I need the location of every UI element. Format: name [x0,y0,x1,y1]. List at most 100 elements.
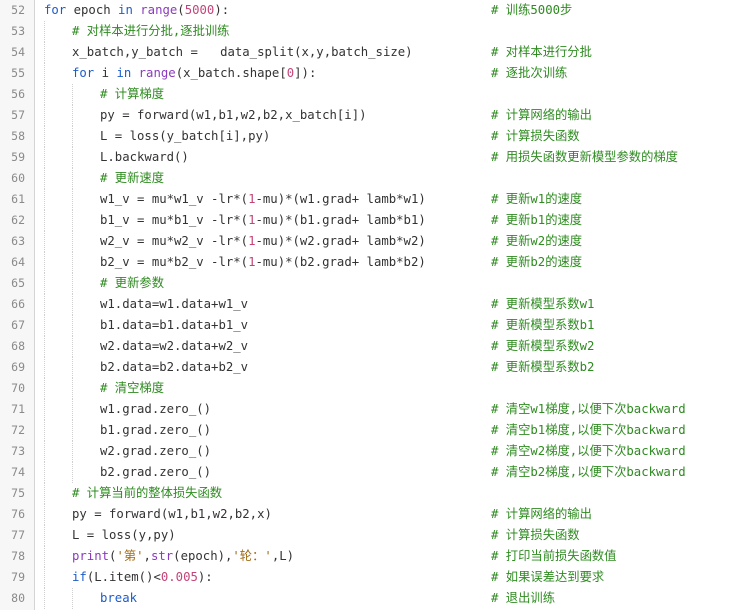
code-token: x_batch,y_batch = data_split(x,y,batch_s… [72,45,413,59]
line-number: 75 [11,486,25,500]
code-line[interactable]: 80 break # 退出训练 [0,588,747,609]
code-line[interactable]: 68 w2.data=w2.data+w2_v # 更新模型系数w2 [0,336,747,357]
line-number: 68 [11,339,25,353]
code-text: L.backward() [100,147,189,168]
inline-comment: # 计算损失函数 [491,129,580,143]
indent-guide [44,462,46,483]
indent-guide [44,21,46,42]
code-text: b2.data=b2.data+b2_v [100,357,248,378]
code-text: b1_v = mu*b1_v -lr*(1-mu)*(b1.grad+ lamb… [100,210,426,231]
code-line[interactable]: 53 # 对样本进行分批,逐批训练 [0,21,747,42]
code-line[interactable]: 69 b2.data=b2.data+b2_v # 更新模型系数b2 [0,357,747,378]
code-editor[interactable]: 52 for epoch in range(5000): # 训练5000步 53 # … [0,0,747,610]
code-line[interactable]: 76 py = forward(w1,b1,w2,b2,x) # 计算网络的输出 [0,504,747,525]
inline-comment: # 计算网络的输出 [491,108,592,122]
indent-guide [44,126,46,147]
line-number: 55 [11,66,25,80]
line-number: 71 [11,402,25,416]
code-token: w1.grad.zero_() [100,402,212,416]
code-text: w2_v = mu*w2_v -lr*(1-mu)*(w2.grad+ lamb… [100,231,426,252]
code-line[interactable]: 59 L.backward() # 用损失函数更新模型参数的梯度 [0,147,747,168]
code-token: w1.data=w1.data+w1_v [100,297,249,311]
inline-comment: # 更新w2的速度 [491,234,583,248]
code-token: break [100,591,138,605]
indent-guide [72,84,74,105]
code-token: '第' [116,549,144,563]
inline-comment: # 更新模型系数w2 [491,339,595,353]
code-line[interactable]: 66 w1.data=w1.data+w1_v # 更新模型系数w1 [0,294,747,315]
code-token: ,L) [271,549,295,563]
inline-comment: # 对样本进行分批 [491,45,592,59]
code-text: b2_v = mu*b2_v -lr*(1-mu)*(b2.grad+ lamb… [100,252,426,273]
code-token: for [44,3,67,17]
line-number: 77 [11,528,25,542]
indent-guide [72,189,74,210]
code-line[interactable]: 75 # 计算当前的整体损失函数 [0,483,747,504]
indent-guide [44,105,46,126]
code-line[interactable]: 73 w2.grad.zero_() # 清空w2梯度,以便下次backward [0,441,747,462]
code-line[interactable]: 55 for i in range(x_batch.shape[0]): # 逐批次… [0,63,747,84]
indent-guide [72,210,74,231]
inline-comment: # 计算损失函数 [491,528,580,542]
code-token: in [116,66,132,80]
code-line[interactable]: 64 b2_v = mu*b2_v -lr*(1-mu)*(b2.grad+ la… [0,252,747,273]
inline-comment: # 计算网络的输出 [491,507,592,521]
line-number: 79 [11,570,25,584]
line-number: 67 [11,318,25,332]
code-line[interactable]: 58 L = loss(y_batch[i],py) # 计算损失函数 [0,126,747,147]
inline-comment: # 清空w1梯度,以便下次backward [491,402,686,416]
code-line[interactable]: 77 L = loss(y,py) # 计算损失函数 [0,525,747,546]
line-number: 56 [11,87,25,101]
code-token: (x_batch.shape[ [175,66,287,80]
line-number: 52 [11,3,25,17]
code-text: b1.grad.zero_() [100,420,211,441]
line-number: 63 [11,234,25,248]
code-line[interactable]: 52 for epoch in range(5000): # 训练5000步 [0,0,747,21]
inline-comment: # 更新模型系数b1 [491,318,595,332]
code-token: if [72,570,87,584]
code-line[interactable]: 57 py = forward(w1,b1,w2,b2,x_batch[i]) # … [0,105,747,126]
code-token: py = forward(w1,b1,w2,b2,x) [72,507,272,521]
code-line[interactable]: 78 print('第',str(epoch),'轮：',L) # 打印当前损失函数… [0,546,747,567]
code-line[interactable]: 61 w1_v = mu*w1_v -lr*(1-mu)*(w1.grad+ la… [0,189,747,210]
code-token: -mu)*(w1.grad+ lamb*w1) [255,192,426,206]
code-line[interactable]: 79 if(L.item()<0.005): # 如果误差达到要求 [0,567,747,588]
indent-guide [44,504,46,525]
code-line[interactable]: 74 b2.grad.zero_() # 清空b2梯度,以便下次backward [0,462,747,483]
code-token: # 计算梯度 [100,87,164,101]
code-token: str [150,549,174,563]
code-line[interactable]: 67 b1.data=b1.data+b1_v # 更新模型系数b1 [0,315,747,336]
line-number: 69 [11,360,25,374]
code-token: for [72,66,95,80]
code-token: L = loss(y_batch[i],py) [100,129,271,143]
indent-guide [44,84,46,105]
code-line[interactable]: 71 w1.grad.zero_() # 清空w1梯度,以便下次backward [0,399,747,420]
line-number: 59 [11,150,25,164]
code-line[interactable]: 54 x_batch,y_batch = data_split(x,y,batch… [0,42,747,63]
code-line[interactable]: 72 b1.grad.zero_() # 清空b1梯度,以便下次backward [0,420,747,441]
indent-guide [44,168,46,189]
inline-comment: # 清空w2梯度,以便下次backward [491,444,686,458]
code-token: w2.grad.zero_() [100,444,212,458]
code-token: , [143,549,151,563]
code-token: '轮：' [232,549,272,563]
code-text: # 对样本进行分批,逐批训练 [72,21,229,42]
code-line[interactable]: 60 # 更新速度 [0,168,747,189]
indent-guide [44,294,46,315]
code-line[interactable]: 63 w2_v = mu*w2_v -lr*(1-mu)*(w2.grad+ la… [0,231,747,252]
code-line[interactable]: 62 b1_v = mu*b1_v -lr*(1-mu)*(b1.grad+ la… [0,210,747,231]
code-text: py = forward(w1,b1,w2,b2,x) [72,504,272,525]
code-line[interactable]: 65 # 更新参数 [0,273,747,294]
code-text: for i in range(x_batch.shape[0]): [72,63,316,84]
code-line[interactable]: 70 # 清空梯度 [0,378,747,399]
indent-guide [44,567,46,588]
code-text: print('第',str(epoch),'轮：',L) [72,546,294,567]
code-token: # 对样本进行分批,逐批训练 [72,24,230,38]
code-text: L = loss(y_batch[i],py) [100,126,270,147]
indent-guide [44,588,46,609]
indent-guide [44,546,46,567]
line-number: 61 [11,192,25,206]
line-number: 74 [11,465,25,479]
code-token: L = loss(y,py) [72,528,176,542]
code-line[interactable]: 56 # 计算梯度 [0,84,747,105]
